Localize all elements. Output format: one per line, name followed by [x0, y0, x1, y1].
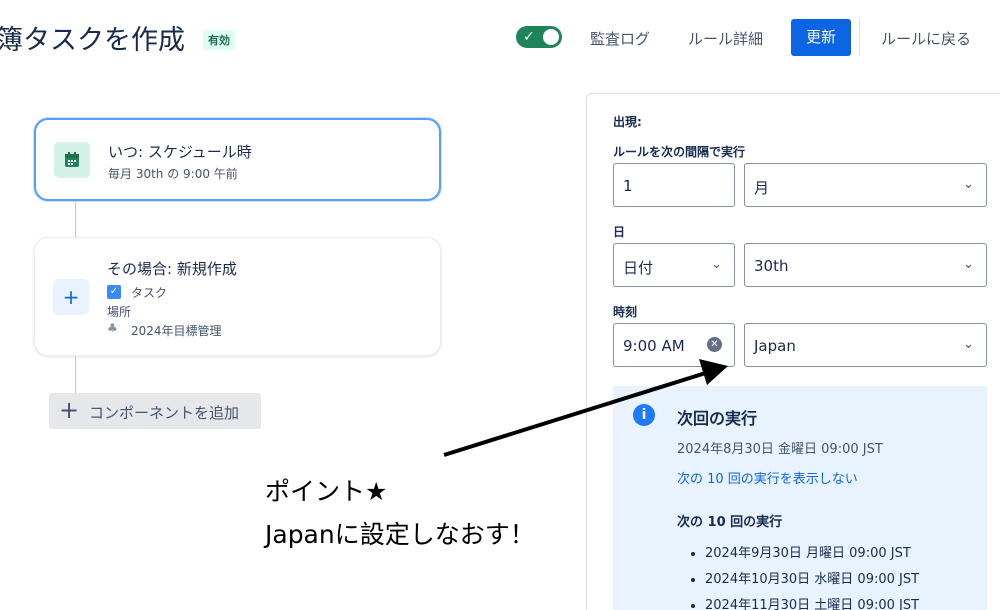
trigger-card[interactable]: いつ: スケジュール時 毎月 30th の 9:00 午前 [34, 118, 441, 201]
page-title: 簿タスクを作成 [0, 25, 185, 56]
action-task-type: タスク [131, 286, 168, 300]
back-to-rules-button[interactable]: ルールに戻る [881, 28, 971, 49]
status-badge: 有効 [203, 30, 235, 50]
list-item: 2024年9月30日 月曜日 09:00 JST [705, 544, 919, 570]
annotation-point: ポイント★ [265, 477, 388, 506]
toggle-knob [543, 29, 559, 45]
add-component-label: コンポーネントを追加 [89, 404, 240, 422]
next-runs-heading: 次の 10 回の実行 [677, 515, 783, 530]
time-value: 9:00 AM [623, 337, 685, 355]
chevron-down-icon: ⌄ [963, 337, 974, 352]
task-type-icon: ✓ [107, 285, 121, 299]
project-icon: ♣ [107, 321, 118, 335]
next-runs-list: 2024年9月30日 月曜日 09:00 JST 2024年10月30日 水曜日… [705, 544, 919, 610]
time-input[interactable]: 9:00 AM ✕ [613, 323, 735, 367]
action-card[interactable]: + その場合: 新規作成 ✓ タスク 場所 ♣ 2024年目標管理 [34, 237, 441, 356]
day-label: 日 [613, 225, 626, 239]
update-button[interactable]: 更新 [791, 19, 851, 56]
interval-label: ルールを次の間隔で実行 [613, 145, 746, 159]
hide-next-runs-link[interactable]: 次の 10 回の実行を表示しない [677, 468, 858, 487]
add-component-button[interactable]: + コンポーネントを追加 [49, 393, 261, 429]
list-item: 2024年11月30日 土曜日 09:00 JST [705, 596, 919, 610]
next-run-date: 2024年8月30日 金曜日 09:00 JST [677, 442, 883, 457]
chevron-down-icon: ⌄ [963, 177, 974, 192]
interval-value-input[interactable]: 1 [613, 163, 735, 207]
day-value: 30th [754, 257, 789, 275]
day-type: 日付 [623, 259, 654, 277]
next-run-info: i 次回の実行 2024年8月30日 金曜日 09:00 JST 次の 10 回… [613, 386, 987, 610]
calendar-icon [54, 142, 90, 178]
info-icon: i [633, 404, 655, 426]
rule-enabled-toggle[interactable]: ✓ [516, 26, 562, 48]
trigger-subtitle: 毎月 30th の 9:00 午前 [108, 167, 238, 181]
day-type-select[interactable]: 日付 ⌄ [613, 243, 735, 287]
chevron-down-icon: ⌄ [963, 257, 974, 272]
next-run-title: 次回の実行 [677, 409, 758, 428]
trigger-title: いつ: スケジュール時 [108, 143, 252, 161]
action-location-value: 2024年目標管理 [131, 324, 222, 338]
interval-unit: 月 [754, 179, 770, 197]
day-value-select[interactable]: 30th ⌄ [744, 243, 987, 287]
check-icon: ✓ [523, 29, 535, 45]
annotation-instruction: Japanに設定しなおす！ [265, 520, 535, 549]
timezone-select[interactable]: Japan ⌄ [744, 323, 987, 367]
clear-icon[interactable]: ✕ [707, 337, 722, 352]
rule-details-button[interactable]: ルール詳細 [688, 28, 763, 49]
action-location-label: 場所 [107, 305, 132, 319]
plus-icon: + [53, 279, 89, 315]
connector-line [75, 356, 76, 393]
interval-unit-select[interactable]: 月 ⌄ [744, 163, 987, 207]
connector-line [75, 201, 76, 237]
audit-log-button[interactable]: 監査ログ [590, 28, 650, 49]
time-label: 時刻 [613, 305, 638, 319]
add-icon: + [59, 396, 80, 424]
chevron-down-icon: ⌄ [711, 257, 722, 272]
interval-value: 1 [623, 177, 633, 195]
occurrence-label: 出現: [613, 115, 642, 129]
timezone-value: Japan [754, 337, 796, 355]
action-title: その場合: 新規作成 [107, 260, 237, 278]
list-item: 2024年10月30日 水曜日 09:00 JST [705, 570, 919, 596]
header-divider [859, 18, 860, 56]
